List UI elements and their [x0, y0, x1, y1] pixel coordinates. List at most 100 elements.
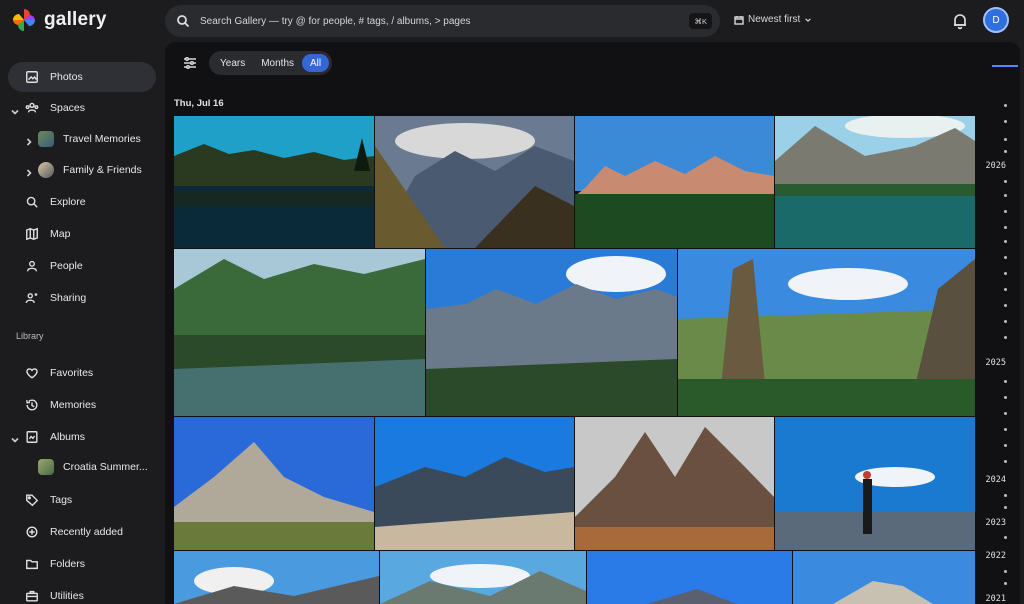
search-icon — [176, 14, 190, 28]
sidebar-item-label: Recently added — [50, 526, 123, 538]
timeline-dot — [1004, 336, 1007, 339]
sidebar-item-albums[interactable]: Albums — [8, 422, 156, 452]
sidebar-item-label: Spaces — [50, 102, 86, 114]
timeline-dot — [1004, 460, 1007, 463]
sidebar-item-label: Favorites — [50, 367, 94, 379]
sidebar-item-folders[interactable]: Folders — [8, 549, 156, 579]
photo-thumbnail[interactable] — [793, 551, 975, 604]
person-icon — [24, 258, 40, 274]
sidebar: gallery Photos Spaces Travel Memories Fa… — [0, 0, 165, 604]
sidebar-item-people[interactable]: People — [8, 251, 156, 281]
search-shortcut-badge: ⌘K — [689, 13, 712, 29]
space-label: Travel Memories — [63, 133, 141, 145]
app-logo[interactable]: gallery — [10, 6, 107, 34]
photo-thumbnail[interactable] — [380, 551, 586, 604]
sidebar-item-sharing[interactable]: Sharing — [8, 283, 156, 313]
view-mode-years[interactable]: Years — [212, 54, 253, 72]
space-family-friends[interactable]: Family & Friends — [38, 157, 142, 183]
timeline-scrubber[interactable]: 2026 2025 2024 2023 2022 2021 — [975, 42, 1020, 604]
space-thumbnail — [38, 162, 54, 178]
album-icon — [24, 429, 40, 445]
heart-icon — [24, 365, 40, 381]
user-avatar[interactable]: D — [983, 7, 1009, 33]
sidebar-item-recently-added[interactable]: Recently added — [8, 517, 156, 547]
timeline-dot — [1004, 240, 1007, 243]
photo-thumbnail[interactable] — [174, 417, 374, 550]
search-icon — [24, 194, 40, 210]
space-travel-memories[interactable]: Travel Memories — [38, 126, 141, 152]
photo-thumbnail[interactable] — [775, 116, 975, 248]
sidebar-item-utilities[interactable]: Utilities — [8, 581, 156, 604]
map-icon — [24, 226, 40, 242]
album-thumbnail — [38, 459, 54, 475]
photo-thumbnail[interactable] — [174, 116, 374, 248]
year-marker[interactable]: 2024 — [986, 475, 1006, 485]
photo-thumbnail[interactable] — [575, 417, 774, 550]
search-input[interactable]: Search Gallery — try @ for people, # tag… — [200, 16, 471, 27]
view-mode-months[interactable]: Months — [253, 54, 302, 72]
sidebar-item-memories[interactable]: Memories — [8, 390, 156, 420]
pinwheel-logo-icon — [13, 9, 35, 31]
sidebar-item-label: Map — [50, 228, 71, 240]
app-name: gallery — [44, 9, 107, 30]
date-group-heading: Thu, Jul 16 — [174, 98, 224, 109]
sort-label: Newest first — [748, 14, 801, 25]
year-marker[interactable]: 2026 — [986, 161, 1006, 171]
sidebar-item-spaces[interactable]: Spaces — [8, 93, 156, 123]
photo-thumbnail[interactable] — [174, 249, 425, 416]
view-mode-all[interactable]: All — [302, 54, 330, 72]
sidebar-item-label: People — [50, 260, 83, 272]
photo-thumbnail[interactable] — [174, 551, 379, 604]
timeline-dot — [1004, 380, 1007, 383]
year-marker[interactable]: 2022 — [986, 551, 1006, 561]
photo-thumbnail[interactable] — [575, 116, 774, 248]
sidebar-item-label: Explore — [50, 196, 86, 208]
sidebar-item-label: Folders — [50, 558, 86, 570]
add-circle-icon — [24, 524, 40, 540]
timeline-dot — [1004, 412, 1007, 415]
sidebar-item-label: Sharing — [50, 292, 87, 304]
photo-thumbnail[interactable] — [587, 551, 792, 604]
timeline-dot — [1004, 320, 1007, 323]
sidebar-item-label: Utilities — [50, 590, 84, 602]
history-icon — [24, 397, 40, 413]
photo-thumbnail[interactable] — [375, 116, 574, 248]
sidebar-item-tags[interactable]: Tags — [8, 485, 156, 515]
timeline-dot — [1004, 194, 1007, 197]
timeline-dot — [1004, 120, 1007, 123]
filter-sliders-icon[interactable] — [183, 56, 197, 70]
sidebar-item-map[interactable]: Map — [8, 219, 156, 249]
album-croatia-summer[interactable]: Croatia Summer... — [38, 454, 148, 480]
timeline-dot — [1004, 256, 1007, 259]
photo-thumbnail[interactable] — [678, 249, 975, 416]
photo-thumbnail[interactable] — [375, 417, 574, 550]
library-section-label: Library — [16, 331, 44, 341]
timeline-dot — [1004, 582, 1007, 585]
timeline-dot — [1004, 180, 1007, 183]
people-group-icon — [24, 100, 40, 116]
tag-icon — [24, 492, 40, 508]
year-marker[interactable]: 2023 — [986, 518, 1006, 528]
timeline-dot — [1004, 304, 1007, 307]
sidebar-item-favorites[interactable]: Favorites — [8, 358, 156, 388]
notifications-bell-icon[interactable] — [951, 12, 969, 30]
chevron-right-icon[interactable] — [24, 165, 34, 177]
sidebar-item-label: Albums — [50, 431, 86, 443]
calendar-icon — [734, 15, 744, 25]
sidebar-item-label: Tags — [50, 494, 73, 506]
sidebar-item-photos[interactable]: Photos — [8, 62, 156, 92]
sidebar-item-label: Memories — [50, 399, 97, 411]
briefcase-icon — [24, 588, 40, 604]
timeline-dot — [1004, 570, 1007, 573]
photo-icon — [24, 69, 40, 85]
sort-dropdown[interactable]: Newest first — [734, 14, 812, 25]
photo-thumbnail[interactable] — [775, 417, 975, 550]
timeline-dot — [1004, 444, 1007, 447]
photo-thumbnail[interactable] — [426, 249, 677, 416]
year-marker[interactable]: 2025 — [986, 358, 1006, 368]
year-marker[interactable]: 2021 — [986, 594, 1006, 604]
sidebar-item-explore[interactable]: Explore — [8, 187, 156, 217]
chevron-right-icon[interactable] — [24, 134, 34, 146]
search-bar[interactable]: Search Gallery — try @ for people, # tag… — [165, 5, 720, 37]
timeline-dot — [1004, 536, 1007, 539]
